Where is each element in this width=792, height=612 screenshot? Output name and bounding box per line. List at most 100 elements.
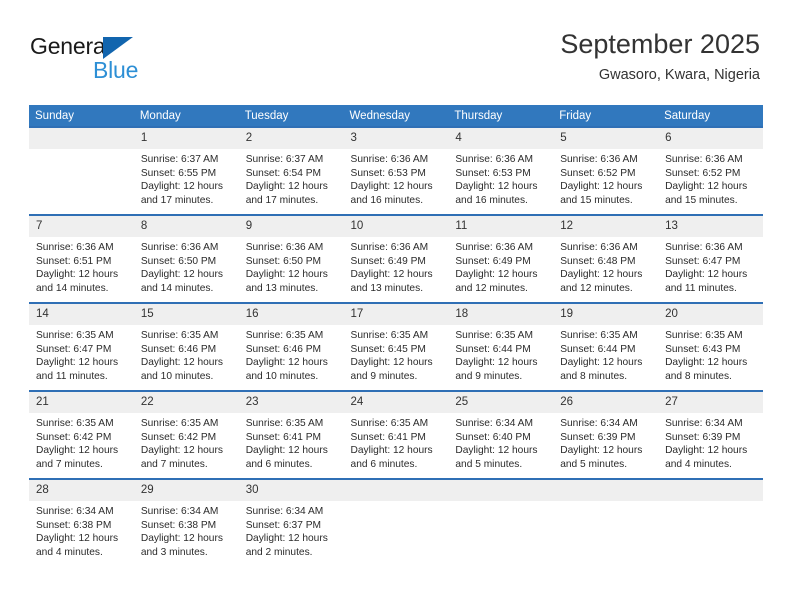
day-detail-line: Daylight: 12 hours [36,533,119,545]
day-detail-line: Daylight: 12 hours [350,357,433,369]
week-row: 7 Sunrise: 6:36 AM Sunset: 6:51 PM Daylight… [29,214,763,303]
day-cell[interactable]: 3 Sunrise: 6:36 AM Sunset: 6:53 PM Daylight… [343,126,449,215]
day-detail-line: Daylight: 12 hours [36,269,119,281]
day-cell-empty [448,478,554,571]
day-cell[interactable]: 10 Sunrise: 6:36 AM Sunset: 6:49 PM Dayligh… [343,214,449,303]
day-cell[interactable]: 6 Sunrise: 6:36 AM Sunset: 6:52 PM Daylight… [658,126,763,215]
day-detail-line: Sunrise: 6:36 AM [245,242,324,253]
day-details: Sunrise: 6:35 AM Sunset: 6:42 PM Daylight:… [134,413,239,471]
day-detail-line: Sunset: 6:42 PM [36,431,112,443]
day-detail-line: Sunset: 6:39 PM [665,431,741,443]
day-details: Sunrise: 6:35 AM Sunset: 6:47 PM Daylight:… [29,325,134,383]
day-detail-line: Sunset: 6:47 PM [36,343,112,355]
calendar-grid: Sunday Monday Tuesday Wednesday Thursday Frid… [29,105,763,571]
day-cell[interactable]: 17 Sunrise: 6:35 AM Sunset: 6:45 PM Dayligh… [343,302,449,391]
weekday-header-monday: Monday [133,105,239,127]
day-number: 28 [29,480,134,501]
day-details: Sunrise: 6:35 AM Sunset: 6:41 PM Daylight:… [239,413,344,471]
day-detail-line: Sunrise: 6:35 AM [36,418,114,429]
day-detail-line: Sunrise: 6:34 AM [560,418,638,429]
day-number [448,480,554,501]
day-cell[interactable]: 28 Sunrise: 6:34 AM Sunset: 6:38 PM Dayligh… [29,478,134,571]
day-cell[interactable]: 5 Sunrise: 6:36 AM Sunset: 6:52 PM Daylight… [553,126,659,215]
day-cell[interactable]: 12 Sunrise: 6:36 AM Sunset: 6:48 PM Dayligh… [553,214,659,303]
day-details [553,501,658,505]
day-detail-line: and 13 minutes. [350,282,424,294]
day-detail-line: and 7 minutes. [36,458,103,470]
day-detail-line: Sunrise: 6:36 AM [560,154,638,165]
day-detail-line: Sunset: 6:42 PM [140,431,217,443]
day-cell[interactable]: 30 Sunrise: 6:34 AM Sunset: 6:37 PM Dayligh… [238,478,344,571]
day-cell[interactable]: 27 Sunrise: 6:34 AM Sunset: 6:39 PM Dayligh… [658,390,763,479]
day-detail-line: Daylight: 12 hours [245,269,328,281]
weekday-header-tuesday: Tuesday [238,105,344,127]
day-number: 15 [133,304,239,325]
day-number: 5 [553,128,659,149]
day-cell[interactable]: 25 Sunrise: 6:34 AM Sunset: 6:40 PM Dayligh… [448,390,554,479]
day-number: 7 [29,216,134,237]
day-detail-line: and 14 minutes. [36,282,109,294]
day-details: Sunrise: 6:35 AM Sunset: 6:44 PM Daylight:… [553,325,658,383]
day-number: 6 [658,128,763,149]
day-number: 16 [238,304,344,325]
day-number: 22 [133,392,239,413]
day-detail-line: and 11 minutes. [665,282,737,294]
day-detail-line: and 14 minutes. [140,282,214,294]
day-detail-line: Daylight: 12 hours [245,357,328,369]
day-cell[interactable]: 7 Sunrise: 6:36 AM Sunset: 6:51 PM Daylight… [29,214,134,303]
day-cell[interactable]: 9 Sunrise: 6:36 AM Sunset: 6:50 PM Daylight… [238,214,344,303]
day-detail-line: and 15 minutes. [665,194,738,206]
day-detail-line: Sunset: 6:38 PM [36,519,112,531]
day-detail-line: Sunrise: 6:35 AM [245,330,324,341]
day-detail-line: Sunset: 6:53 PM [350,167,426,179]
day-details: Sunrise: 6:36 AM Sunset: 6:49 PM Daylight:… [344,237,449,295]
day-cell[interactable]: 8 Sunrise: 6:36 AM Sunset: 6:50 PM Daylight… [133,214,239,303]
page-header: General Blue September 2025 Gwasoro, Kwa… [0,0,792,100]
location-subtitle: Gwasoro, Kwara, Nigeria [598,67,760,83]
day-cell[interactable]: 14 Sunrise: 6:35 AM Sunset: 6:47 PM Dayligh… [29,302,134,391]
day-detail-line: Sunrise: 6:35 AM [665,330,743,341]
day-cell[interactable]: 23 Sunrise: 6:35 AM Sunset: 6:41 PM Dayligh… [238,390,344,479]
day-details: Sunrise: 6:36 AM Sunset: 6:53 PM Daylight:… [344,149,449,207]
day-details: Sunrise: 6:37 AM Sunset: 6:54 PM Daylight:… [239,149,344,207]
day-detail-line: Daylight: 12 hours [560,181,643,193]
day-cell[interactable]: 11 Sunrise: 6:36 AM Sunset: 6:49 PM Dayligh… [448,214,554,303]
day-cell[interactable]: 20 Sunrise: 6:35 AM Sunset: 6:43 PM Dayligh… [658,302,763,391]
day-detail-line: Sunrise: 6:35 AM [140,418,219,429]
day-detail-line: Daylight: 12 hours [665,445,748,457]
day-detail-line: and 9 minutes. [455,370,523,382]
day-details: Sunrise: 6:34 AM Sunset: 6:38 PM Daylight:… [29,501,134,559]
day-detail-line: and 9 minutes. [350,370,418,382]
day-cell[interactable]: 4 Sunrise: 6:36 AM Sunset: 6:53 PM Daylight… [448,126,554,215]
day-detail-line: Sunset: 6:50 PM [140,255,217,267]
day-cell[interactable]: 26 Sunrise: 6:34 AM Sunset: 6:39 PM Dayligh… [553,390,659,479]
day-details: Sunrise: 6:36 AM Sunset: 6:47 PM Daylight:… [658,237,763,295]
day-details: Sunrise: 6:36 AM Sunset: 6:53 PM Daylight:… [448,149,553,207]
day-detail-line: Sunrise: 6:35 AM [36,330,114,341]
day-detail-line: Daylight: 12 hours [350,445,433,457]
general-blue-logo[interactable]: General Blue [30,33,180,83]
day-detail-line: and 15 minutes. [560,194,633,206]
day-cell[interactable]: 22 Sunrise: 6:35 AM Sunset: 6:42 PM Dayligh… [133,390,239,479]
day-cell[interactable]: 18 Sunrise: 6:35 AM Sunset: 6:44 PM Dayligh… [448,302,554,391]
day-detail-line: Sunrise: 6:35 AM [560,330,638,341]
day-number [343,480,449,501]
day-cell[interactable]: 2 Sunrise: 6:37 AM Sunset: 6:54 PM Daylight… [238,126,344,215]
day-cell[interactable]: 1 Sunrise: 6:37 AM Sunset: 6:55 PM Daylight… [133,126,239,215]
day-detail-line: and 16 minutes. [350,194,424,206]
day-detail-line: Sunrise: 6:36 AM [665,154,743,165]
day-cell[interactable]: 29 Sunrise: 6:34 AM Sunset: 6:38 PM Dayligh… [133,478,239,571]
weekday-header-sunday: Sunday [29,105,134,127]
day-detail-line: Sunrise: 6:37 AM [140,154,219,165]
day-cell[interactable]: 21 Sunrise: 6:35 AM Sunset: 6:42 PM Dayligh… [29,390,134,479]
day-cell[interactable]: 19 Sunrise: 6:35 AM Sunset: 6:44 PM Dayligh… [553,302,659,391]
day-cell[interactable]: 15 Sunrise: 6:35 AM Sunset: 6:46 PM Dayligh… [133,302,239,391]
day-cell[interactable]: 24 Sunrise: 6:35 AM Sunset: 6:41 PM Dayligh… [343,390,449,479]
day-detail-line: Sunrise: 6:34 AM [455,418,533,429]
day-details: Sunrise: 6:36 AM Sunset: 6:51 PM Daylight:… [29,237,134,295]
triangle-icon [103,37,133,59]
day-number: 26 [553,392,659,413]
day-cell[interactable]: 13 Sunrise: 6:36 AM Sunset: 6:47 PM Dayligh… [658,214,763,303]
day-detail-line: Daylight: 12 hours [560,269,643,281]
day-cell[interactable]: 16 Sunrise: 6:35 AM Sunset: 6:46 PM Dayligh… [238,302,344,391]
